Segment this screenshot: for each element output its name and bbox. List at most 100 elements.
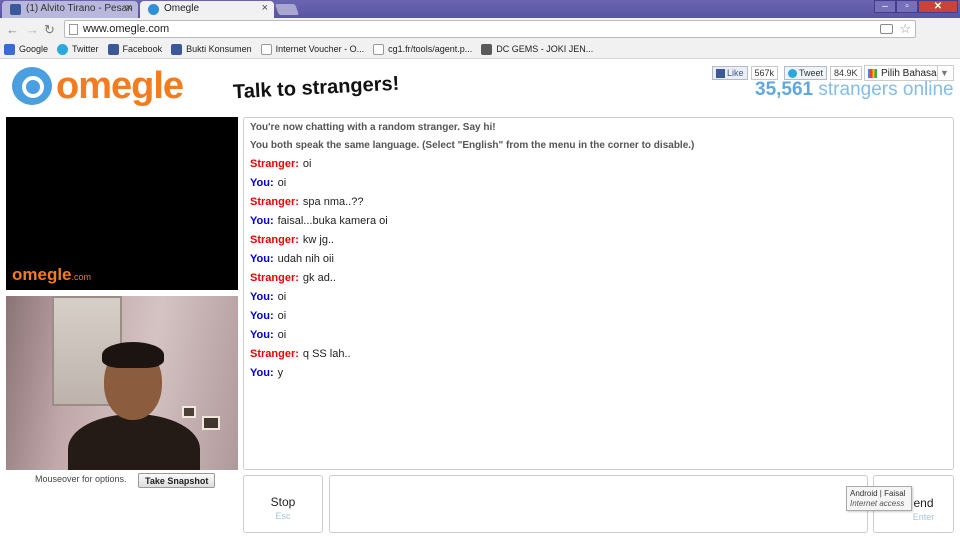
tab-strip: (1) Alvito Tirano - Pesan × Omegle × – ▫…: [0, 0, 960, 18]
message-sender: You:: [250, 329, 274, 341]
like-count: 567k: [750, 66, 779, 80]
chat-log[interactable]: You're now chatting with a random strang…: [243, 117, 954, 470]
tab-facebook-messages[interactable]: (1) Alvito Tirano - Pesan ×: [2, 1, 138, 18]
url-input[interactable]: [83, 22, 863, 36]
twitter-icon: [788, 68, 797, 78]
omegle-icon: [148, 4, 159, 15]
close-tab-icon[interactable]: ×: [126, 2, 132, 14]
close-window-button[interactable]: ✕: [918, 0, 958, 13]
google-translate-icon: [868, 68, 877, 78]
message-text: udah nih oii: [277, 253, 334, 265]
chat-message: You: faisal...buka kamera oi: [250, 215, 947, 227]
facebook-icon: [10, 4, 21, 15]
message-text: spa nma..??: [302, 196, 364, 208]
message-input[interactable]: [329, 475, 868, 533]
tweet-count: 84.9K: [830, 66, 862, 80]
omegle-watermark: omegle.com: [12, 265, 92, 284]
picture-frame: [182, 406, 196, 418]
back-arrow-icon[interactable]: ←: [6, 22, 19, 37]
tweet-widget: Tweet 84.9K: [784, 66, 862, 80]
bookmark-google[interactable]: Google: [4, 43, 48, 55]
chat-message: Stranger: oi: [250, 158, 947, 170]
self-video[interactable]: [6, 296, 238, 470]
bookmark-star-icon[interactable]: ☆: [899, 21, 911, 37]
facebook-like-button[interactable]: Like: [712, 66, 748, 80]
maximize-button[interactable]: ▫: [896, 0, 918, 13]
chat-message: You: y: [250, 367, 947, 379]
minimize-button[interactable]: –: [874, 0, 896, 13]
status-message: You're now chatting with a random strang…: [250, 122, 496, 133]
forward-arrow-icon[interactable]: →: [26, 22, 39, 37]
browser-toolbar: ← → ↻ ☆ ≡: [0, 18, 960, 54]
message-sender: Stranger:: [250, 158, 299, 170]
message-text: y: [277, 367, 284, 379]
game-icon: [481, 43, 493, 55]
message-list: Stranger: oi You: oi Stranger: spa nma..?? You…: [250, 158, 947, 379]
message-text: oi: [277, 329, 287, 341]
chat-message: You: oi: [250, 177, 947, 189]
message-sender: Stranger:: [250, 272, 299, 284]
message-sender: You:: [250, 215, 274, 227]
stop-button[interactable]: Stop Esc: [243, 475, 323, 533]
message-sender: You:: [250, 291, 274, 303]
chat-message: Stranger: q SS lah..: [250, 348, 947, 360]
facebook-icon: [107, 43, 119, 55]
facebook-icon: [171, 43, 183, 55]
omegle-logo[interactable]: omegle: [10, 65, 185, 115]
message-sender: Stranger:: [250, 234, 299, 246]
tooltip: Android | Faisal Internet access: [846, 486, 912, 511]
take-snapshot-button[interactable]: Take Snapshot: [138, 473, 216, 488]
message-sender: Stranger:: [250, 196, 299, 208]
message-sender: You:: [250, 253, 274, 265]
chat-message: You: oi: [250, 291, 947, 303]
omegle-page: omegle Talk to strangers! Like 567k Twee…: [0, 60, 960, 539]
person-hair: [102, 342, 164, 368]
bookmark-cg1[interactable]: cg1.fr/tools/agent.p...: [373, 43, 472, 55]
new-tab-button[interactable]: [274, 4, 300, 15]
chat-message: You: udah nih oii: [250, 253, 947, 265]
bookmark-bukti-konsumen[interactable]: Bukti Konsumen: [171, 43, 252, 55]
tab-omegle[interactable]: Omegle ×: [140, 1, 274, 18]
bookmark-dc-gems[interactable]: DC GEMS - JOKI JEN...: [481, 43, 593, 55]
window-controls: – ▫ ✕: [874, 0, 958, 13]
message-text: oi: [302, 158, 312, 170]
message-text: faisal...buka kamera oi: [277, 215, 388, 227]
message-text: q SS lah..: [302, 348, 351, 360]
twitter-icon: [57, 43, 69, 55]
message-sender: You:: [250, 310, 274, 322]
camera-icon[interactable]: [880, 24, 893, 34]
page-icon: [69, 24, 78, 35]
chat-message: Stranger: kw jg..: [250, 234, 947, 246]
message-text: kw jg..: [302, 234, 335, 246]
bookmark-twitter[interactable]: Twitter: [57, 43, 99, 55]
page-icon: [373, 43, 385, 55]
tab-title: Omegle: [164, 3, 200, 14]
page-icon: [260, 43, 272, 55]
message-sender: You:: [250, 177, 274, 189]
picture-frame: [202, 416, 220, 430]
online-count: 35,561 strangers online: [755, 79, 954, 100]
chat-message: Stranger: spa nma..??: [250, 196, 947, 208]
message-text: oi: [277, 310, 287, 322]
message-sender: Stranger:: [250, 348, 299, 360]
mouseover-hint: Mouseover for options.: [35, 474, 127, 484]
bookmark-internet-voucher[interactable]: Internet Voucher - O...: [260, 43, 364, 55]
chevron-down-icon: ▼: [937, 66, 951, 80]
bookmark-facebook[interactable]: Facebook: [107, 43, 162, 55]
facebook-like-widget: Like 567k: [712, 66, 779, 80]
status-message: You both speak the same language. (Selec…: [250, 140, 695, 151]
tagline: Talk to strangers!: [232, 72, 400, 104]
tweet-button[interactable]: Tweet: [784, 66, 828, 80]
logo-icon: [12, 67, 52, 105]
chat-message: You: oi: [250, 329, 947, 341]
tab-title: (1) Alvito Tirano - Pesan: [26, 3, 133, 14]
google-icon: [4, 43, 15, 55]
address-bar[interactable]: ☆: [64, 20, 916, 38]
message-sender: You:: [250, 367, 274, 379]
message-text: oi: [277, 291, 287, 303]
reload-icon[interactable]: ↻: [44, 22, 55, 38]
close-tab-icon[interactable]: ×: [262, 2, 268, 14]
bookmarks-bar: Google Twitter Facebook Bukti Konsumen I…: [0, 40, 960, 59]
stranger-video: omegle.com: [6, 117, 238, 290]
facebook-icon: [716, 68, 725, 78]
